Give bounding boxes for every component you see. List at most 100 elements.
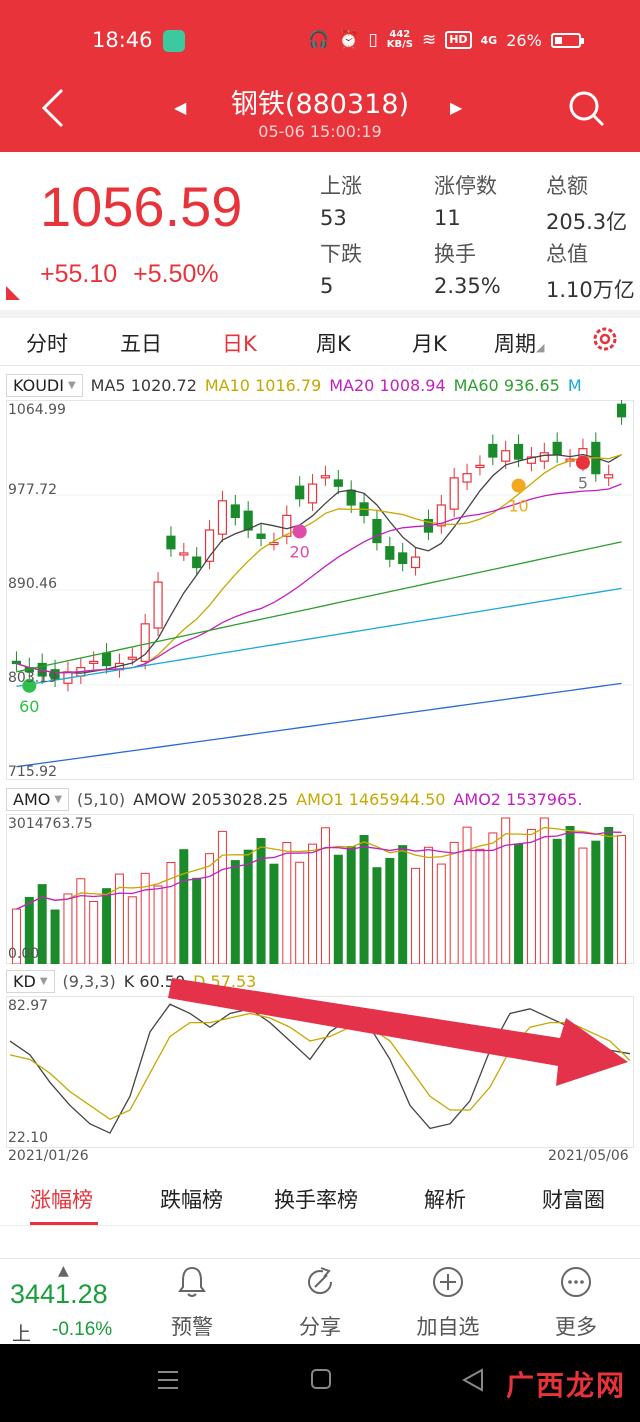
- tab-wealth-circle[interactable]: 财富圈: [542, 1184, 605, 1214]
- back-triangle-icon[interactable]: [462, 1368, 484, 1392]
- y-axis-label: 977.72: [8, 482, 57, 498]
- alarm-icon: ⏰: [338, 30, 360, 50]
- plot-frame: [6, 814, 634, 964]
- next-stock-icon[interactable]: ▶: [450, 98, 462, 117]
- tab-weekly-k[interactable]: 周K: [316, 328, 351, 358]
- volume-plot[interactable]: [6, 814, 634, 964]
- candle-body: [295, 485, 305, 500]
- tab-intraday[interactable]: 分时: [26, 328, 68, 358]
- index-percent: -0.16%: [52, 1319, 113, 1340]
- stat-value: 5: [320, 274, 334, 298]
- amow-value: 2053028.25: [191, 789, 289, 809]
- index-label: 上: [12, 1323, 32, 1345]
- volume-bar: [604, 826, 614, 964]
- volume-bar: [217, 830, 227, 964]
- ma-value: 1020.72: [130, 375, 197, 395]
- amo2-name: AMO2: [453, 789, 501, 809]
- kd-params: (9,3,3): [62, 971, 116, 991]
- kline-chart[interactable]: KOUDI ▼ MA5 1020.72 MA10 1016.79 MA20 100…: [0, 366, 640, 1170]
- ma-longest-line: [16, 682, 622, 768]
- volume-bar: [359, 835, 369, 964]
- candle-body: [230, 504, 240, 519]
- index-value[interactable]: 3441.28: [10, 1279, 108, 1310]
- volume-bar: [230, 860, 240, 964]
- volume-bar: [205, 853, 215, 964]
- last-price: 1056.59: [40, 175, 243, 238]
- volume-bar: [153, 885, 163, 964]
- prev-stock-icon[interactable]: ◀: [174, 98, 186, 117]
- volume-bar: [526, 828, 536, 964]
- ranking-tabs: 涨幅榜 跌幅榜 换手率榜 解析 财富圈: [0, 1172, 640, 1226]
- settings-gear-icon[interactable]: [590, 324, 620, 354]
- volume-bar: [102, 888, 112, 964]
- tab-losers[interactable]: 跌幅榜: [160, 1184, 223, 1214]
- candle-body: [501, 450, 511, 462]
- stat-value: 1.10万亿: [546, 278, 635, 302]
- headphones-icon: 🎧: [308, 30, 330, 50]
- tab-monthly-k[interactable]: 月K: [412, 328, 447, 358]
- more-button[interactable]: 更多: [528, 1265, 624, 1343]
- recent-apps-icon[interactable]: [156, 1368, 180, 1392]
- volume-bar: [501, 817, 511, 964]
- stat-label: 换手: [434, 242, 476, 266]
- kd-indicator-select[interactable]: KD ▼: [6, 969, 55, 993]
- kline-indicator-select[interactable]: KOUDI ▼: [6, 373, 83, 397]
- back-arrow-icon[interactable]: [36, 86, 72, 130]
- ma10-line: [16, 454, 622, 674]
- volume-bar: [462, 826, 472, 964]
- tab-period[interactable]: 周期◢: [494, 328, 544, 358]
- date-end: 2021/05/06: [548, 1148, 629, 1164]
- watermark-logo: 广西龙网: [506, 1369, 627, 1402]
- candle-body: [604, 474, 614, 479]
- candle-body: [192, 556, 202, 569]
- add-watchlist-button[interactable]: 加自选: [400, 1265, 496, 1343]
- y-axis-label: 1064.99: [8, 402, 66, 418]
- kd-y-top: 82.97: [8, 998, 49, 1014]
- home-icon[interactable]: [310, 1368, 332, 1390]
- candlestick-plot[interactable]: 60 20 10 5: [6, 400, 634, 780]
- candle-body: [462, 473, 472, 483]
- volume-indicator-select[interactable]: AMO ▼: [6, 787, 70, 811]
- ma-value: 936.65: [503, 375, 560, 395]
- candle-body: [513, 443, 524, 460]
- share-icon: [308, 1267, 333, 1295]
- candle-body: [616, 403, 627, 418]
- tab-daily-k[interactable]: 日K: [222, 328, 257, 358]
- tab-analysis[interactable]: 解析: [424, 1184, 466, 1214]
- volume-bar: [411, 867, 421, 964]
- tab-five-day[interactable]: 五日: [120, 328, 162, 358]
- tab-turnover[interactable]: 换手率榜: [274, 1184, 358, 1214]
- wifi-icon: ≋: [421, 30, 437, 50]
- quote-summary: 1056.59 +55.10 +5.50% 上涨 53 涨停数 11 总额 205…: [0, 152, 640, 310]
- battery-icon: [550, 32, 584, 48]
- candle-body: [449, 477, 459, 510]
- amo2-label: AMO2 1537965.: [453, 790, 582, 809]
- candle-body: [539, 452, 549, 462]
- tab-gainers[interactable]: 涨幅榜: [30, 1184, 93, 1214]
- candle-body: [320, 475, 331, 479]
- volume-bar: [398, 845, 408, 964]
- search-icon[interactable]: [566, 88, 606, 128]
- ma5-line: [16, 453, 622, 674]
- alert-label: 预警: [171, 1315, 213, 1339]
- price-change: +55.10 +5.50%: [40, 260, 219, 289]
- volume-y-top: 3014763.75: [8, 816, 93, 832]
- ma-value: 1008.94: [379, 375, 446, 395]
- volume-bar: [89, 900, 99, 964]
- ma10-label: MA10 1016.79: [205, 376, 321, 395]
- volume-bar: [76, 878, 86, 964]
- corner-triangle-icon: [6, 286, 20, 300]
- stat-value: 53: [320, 206, 347, 230]
- signal-icon: 4G: [480, 33, 498, 47]
- candle-body: [217, 500, 228, 535]
- indicator-name: KD: [13, 971, 36, 991]
- alert-button[interactable]: 预警: [144, 1265, 240, 1343]
- signal-marker-label: 20: [290, 542, 310, 561]
- candle-body: [243, 510, 253, 531]
- volume-bar: [127, 896, 137, 964]
- amow-label: AMOW 2053028.25: [133, 790, 288, 809]
- share-button[interactable]: 分享: [272, 1265, 368, 1343]
- candle-body: [398, 552, 408, 564]
- amow-name: AMOW: [133, 789, 187, 809]
- ma20-label: MA20 1008.94: [329, 376, 445, 395]
